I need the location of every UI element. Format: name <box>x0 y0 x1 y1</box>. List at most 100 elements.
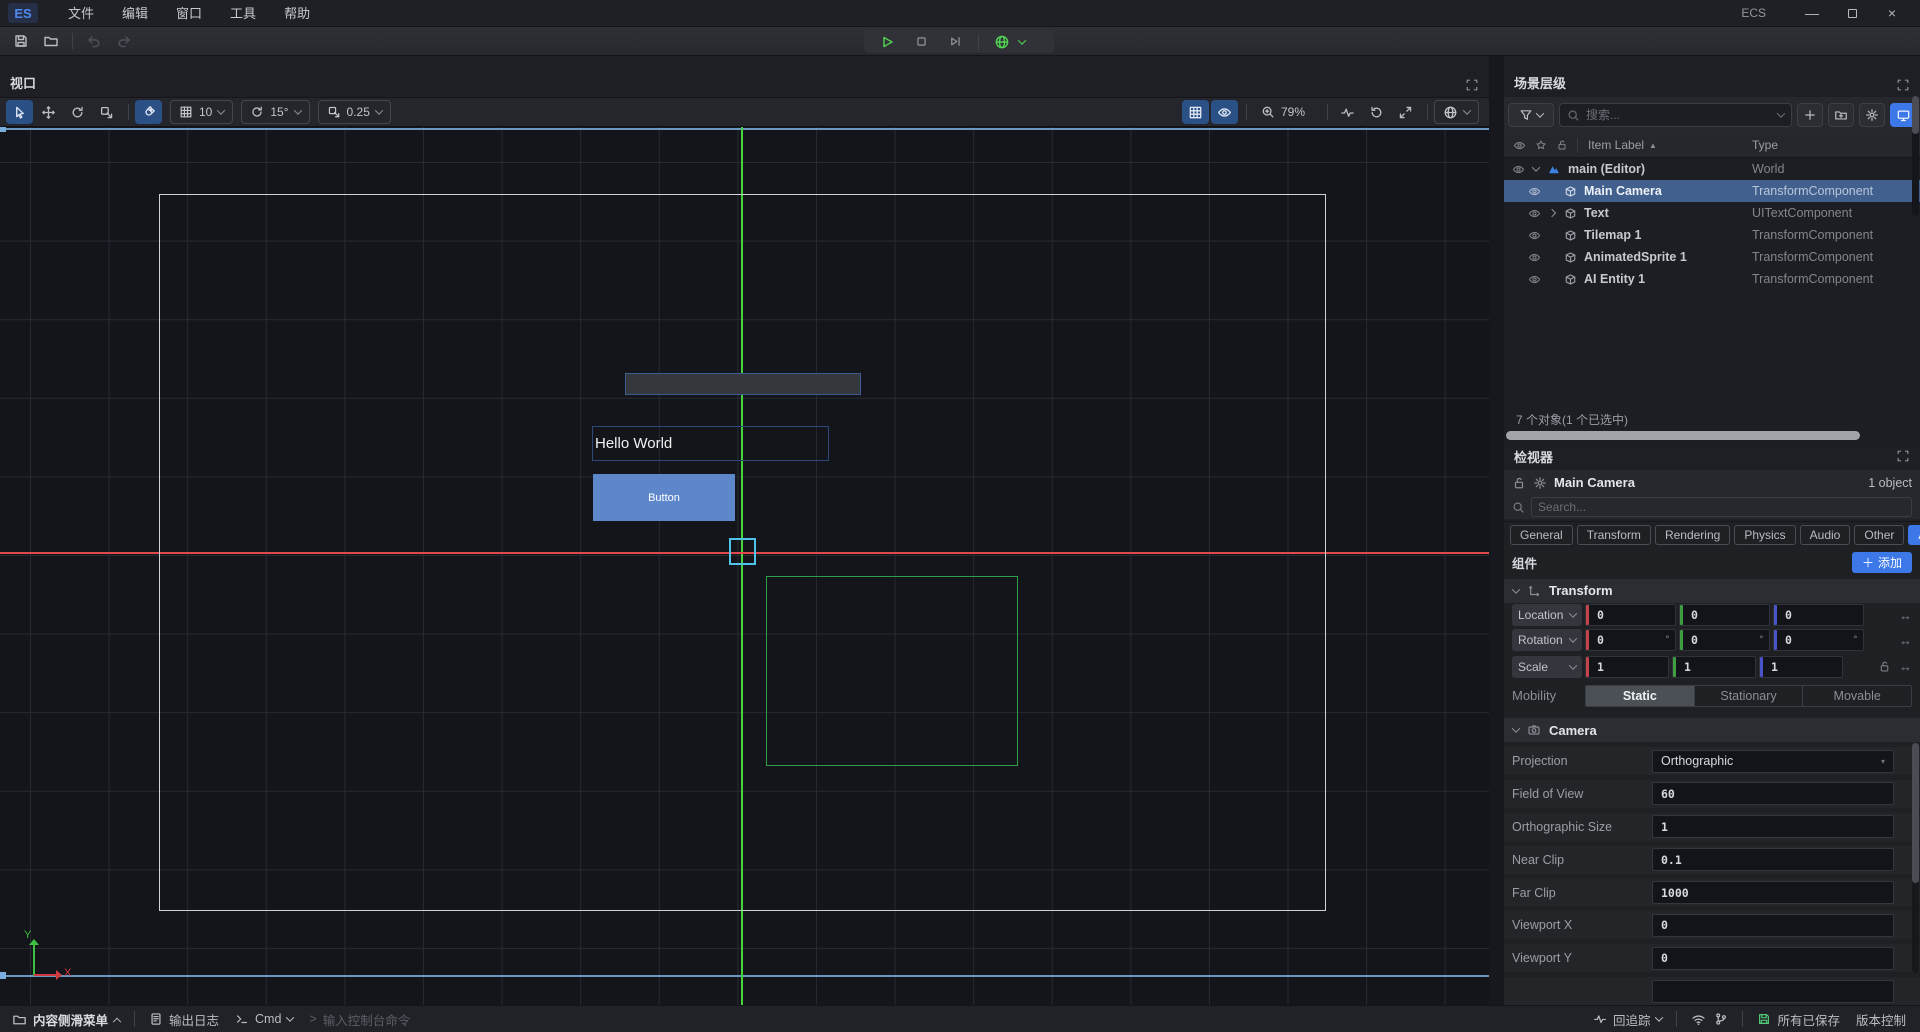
menu-tools[interactable]: 工具 <box>216 0 270 27</box>
scale-z-field[interactable]: 1 <box>1759 656 1843 678</box>
scale-y-field[interactable]: 1 <box>1672 656 1756 678</box>
guide-handle[interactable] <box>0 972 6 979</box>
hierarchy-row-main[interactable]: main (Editor) World <box>1504 158 1920 180</box>
link-axes-icon[interactable]: ↔ <box>1899 633 1912 648</box>
close-button[interactable]: × <box>1872 0 1912 27</box>
redo-button[interactable] <box>111 29 137 53</box>
vertical-scrollbar[interactable] <box>1912 96 1919 216</box>
inspector-search[interactable] <box>1531 497 1912 517</box>
lock-icon[interactable] <box>1512 476 1526 490</box>
rotation-dropdown[interactable]: Rotation <box>1512 629 1582 651</box>
rotation-x-field[interactable]: 0° <box>1585 629 1676 651</box>
run-target-chevron-icon[interactable] <box>1018 36 1026 44</box>
star-column-icon[interactable] <box>1535 139 1547 151</box>
eye-icon[interactable] <box>1512 162 1528 176</box>
fullscreen-button[interactable] <box>1392 100 1419 124</box>
move-tool-button[interactable] <box>35 100 62 124</box>
tab-physics[interactable]: Physics <box>1734 525 1795 545</box>
vertical-scrollbar[interactable] <box>1912 743 1919 973</box>
near-clip-input[interactable]: 0.1 <box>1652 848 1894 871</box>
visibility-column-icon[interactable] <box>1513 139 1526 152</box>
eye-icon[interactable] <box>1528 228 1544 242</box>
scrollbar-thumb[interactable] <box>1506 431 1860 440</box>
visibility-toggle[interactable] <box>1211 100 1238 124</box>
tab-rendering[interactable]: Rendering <box>1655 525 1730 545</box>
selection-gizmo-box[interactable] <box>729 538 756 565</box>
select-tool-button[interactable] <box>6 100 33 124</box>
maximize-button[interactable] <box>1832 0 1872 27</box>
scene-canvas[interactable]: Hello World Button Y X <box>0 127 1489 1005</box>
location-z-field[interactable]: 0 <box>1773 604 1864 626</box>
rotate-tool-button[interactable] <box>64 100 91 124</box>
location-x-field[interactable]: 0 <box>1585 604 1676 626</box>
guide-handle[interactable] <box>0 127 6 132</box>
zoom-level-control[interactable]: 79% <box>1253 100 1313 124</box>
eye-icon[interactable] <box>1528 184 1544 198</box>
camera-section-header[interactable]: Camera <box>1504 718 1920 742</box>
trace-dropdown[interactable]: 回追踪 <box>1585 1010 1671 1029</box>
tab-other[interactable]: Other <box>1854 525 1904 545</box>
mobility-stationary-button[interactable]: Stationary <box>1695 686 1804 706</box>
console-command-input[interactable]: > 输入控制台命令 <box>301 1010 418 1029</box>
network-status-button[interactable] <box>1683 1012 1714 1027</box>
location-y-field[interactable]: 0 <box>1679 604 1770 626</box>
open-project-button[interactable] <box>38 29 64 53</box>
cmd-dropdown[interactable]: Cmd <box>227 1012 301 1026</box>
horizontal-scrollbar[interactable] <box>1506 431 1918 440</box>
hierarchy-search-input[interactable] <box>1586 108 1772 122</box>
step-forward-button[interactable] <box>940 30 970 54</box>
scrollbar-thumb[interactable] <box>1912 743 1919 883</box>
snap-toggle-button[interactable] <box>135 100 162 124</box>
orthographic-size-input[interactable]: 1 <box>1652 815 1894 838</box>
unlock-scale-icon[interactable] <box>1878 660 1891 673</box>
transform-section-header[interactable]: Transform <box>1504 579 1920 603</box>
scale-tool-button[interactable] <box>93 100 120 124</box>
app-logo[interactable]: ES <box>8 3 38 23</box>
viewport-x-input[interactable]: 0 <box>1652 914 1894 937</box>
tab-all[interactable]: All <box>1908 525 1920 545</box>
menu-help[interactable]: 帮助 <box>270 0 324 27</box>
mobility-movable-button[interactable]: Movable <box>1803 686 1911 706</box>
filter-dropdown[interactable] <box>1508 103 1554 127</box>
save-button[interactable] <box>8 29 34 53</box>
clipped-input[interactable] <box>1652 980 1894 1003</box>
ui-panel-element[interactable] <box>625 373 861 395</box>
viewport-y-input[interactable]: 0 <box>1652 947 1894 970</box>
hierarchy-row-tilemap[interactable]: Tilemap 1 TransformComponent <box>1504 224 1920 246</box>
chevron-down-icon[interactable] <box>1528 166 1544 172</box>
menu-window[interactable]: 窗口 <box>162 0 216 27</box>
rotation-snap-dropdown[interactable]: 15° <box>241 100 309 124</box>
minimize-button[interactable]: — <box>1792 0 1832 27</box>
rotation-y-field[interactable]: 0° <box>1679 629 1770 651</box>
reset-view-button[interactable] <box>1363 100 1390 124</box>
stats-toggle-button[interactable] <box>1334 100 1361 124</box>
field-of-view-input[interactable]: 60 <box>1652 782 1894 805</box>
menu-edit[interactable]: 编辑 <box>108 0 162 27</box>
scale-dropdown[interactable]: Scale <box>1512 656 1582 678</box>
hierarchy-row-text[interactable]: Text UITextComponent <box>1504 202 1920 224</box>
source-control-button[interactable] <box>1714 1012 1736 1026</box>
content-drawer-button[interactable]: 内容侧滑菜单 <box>4 1010 128 1029</box>
expand-panel-icon[interactable] <box>1896 78 1910 92</box>
projection-dropdown[interactable]: Orthographic ▾ <box>1652 750 1894 773</box>
run-target-button[interactable] <box>987 30 1017 54</box>
undo-button[interactable] <box>81 29 107 53</box>
grid-visibility-toggle[interactable] <box>1182 100 1209 124</box>
version-control-button[interactable]: 版本控制 <box>1848 1010 1914 1029</box>
location-dropdown[interactable]: Location <box>1512 604 1582 626</box>
tab-audio[interactable]: Audio <box>1800 525 1851 545</box>
column-type[interactable]: Type <box>1752 138 1778 152</box>
new-folder-button[interactable] <box>1828 103 1854 127</box>
scale-snap-dropdown[interactable]: 0.25 <box>318 100 391 124</box>
link-axes-icon[interactable]: ↔ <box>1899 659 1912 674</box>
mobility-static-button[interactable]: Static <box>1586 686 1695 706</box>
stop-button[interactable] <box>906 30 936 54</box>
hierarchy-row-main-camera[interactable]: Main Camera TransformComponent <box>1504 180 1920 202</box>
link-axes-icon[interactable]: ↔ <box>1899 608 1912 623</box>
scrollbar-thumb[interactable] <box>1912 96 1919 134</box>
hierarchy-row-ai-entity[interactable]: AI Entity 1 TransformComponent <box>1504 268 1920 290</box>
lock-column-icon[interactable] <box>1556 139 1568 151</box>
chevron-right-icon[interactable] <box>1544 210 1560 216</box>
eye-icon[interactable] <box>1528 250 1544 264</box>
hierarchy-settings-button[interactable] <box>1859 103 1885 127</box>
